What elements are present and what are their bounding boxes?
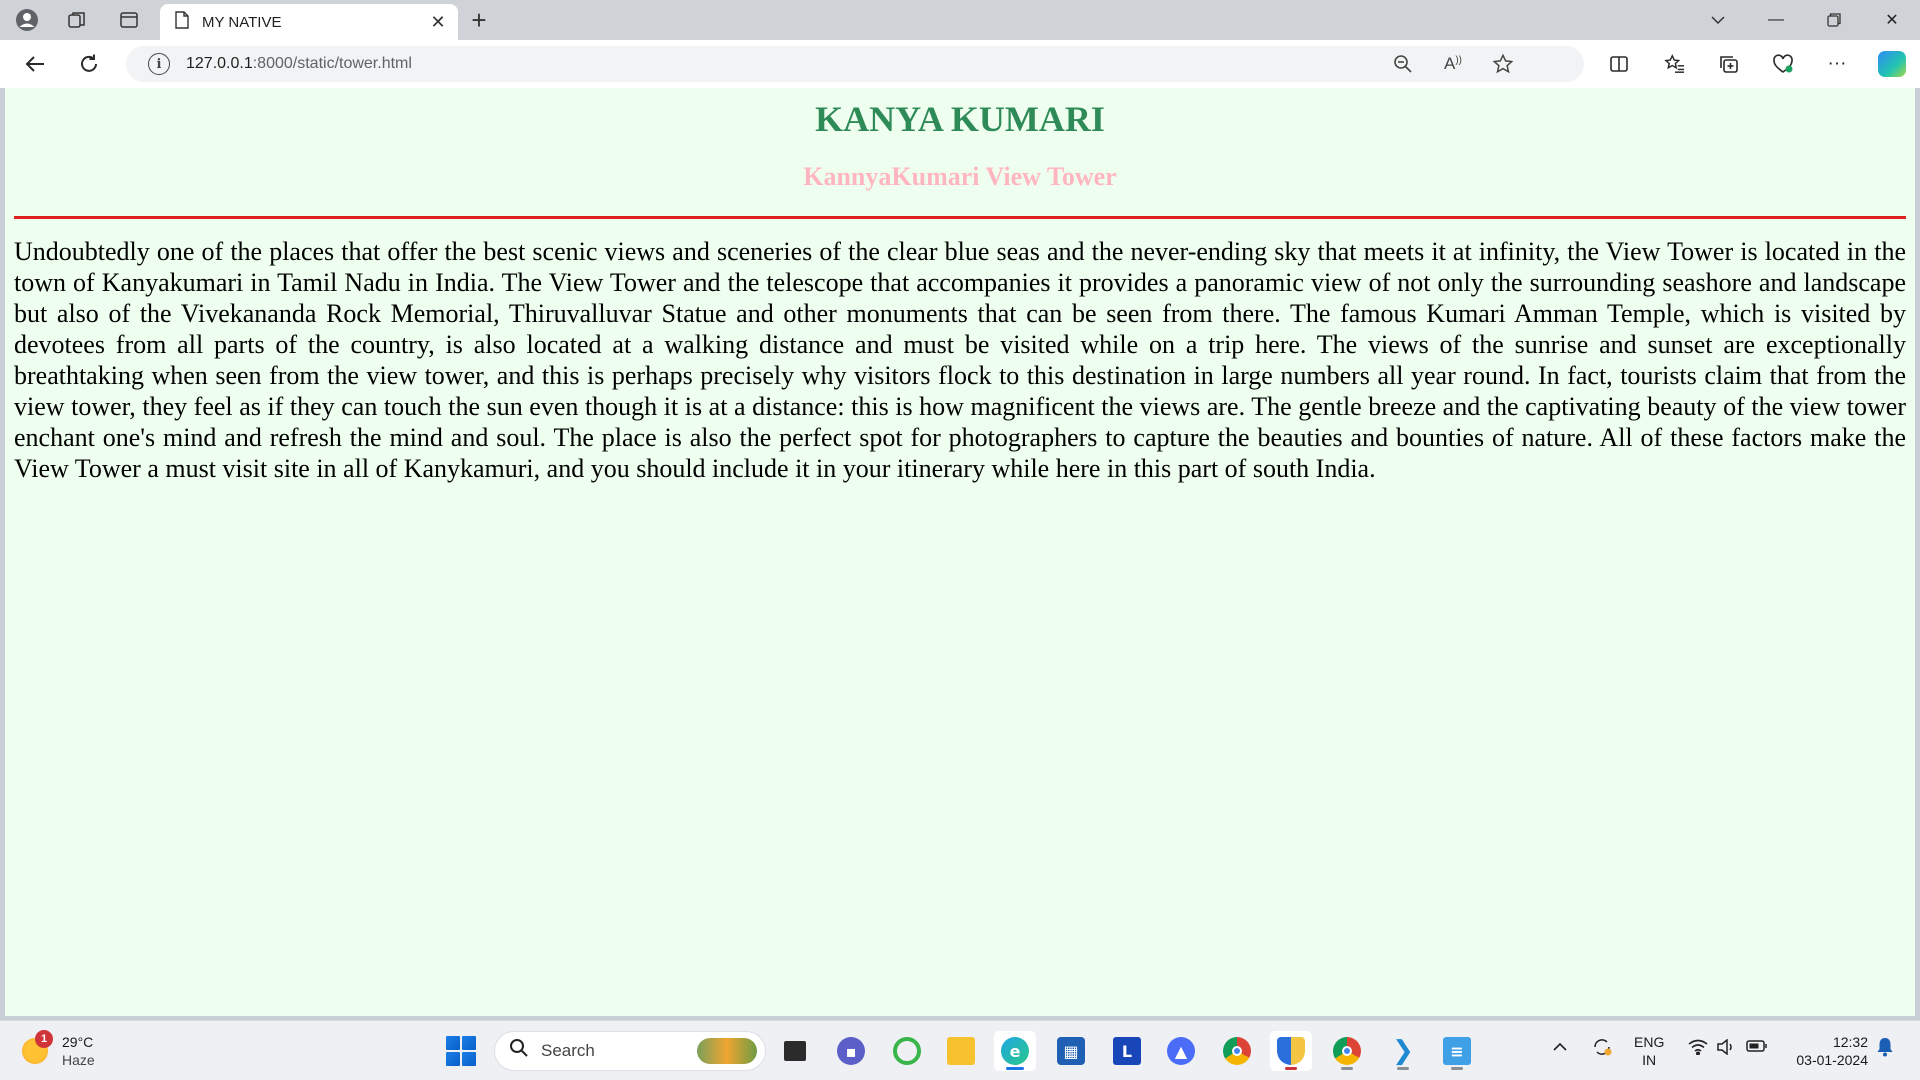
close-tab-icon[interactable]: ✕ [424,8,452,36]
read-aloud-icon[interactable]: A)) [1438,50,1468,78]
language-region: IN [1642,1052,1657,1068]
site-info-icon[interactable]: i [148,53,170,75]
weather-widget[interactable]: 1 29°C Haze [22,1030,95,1069]
workspaces-icon[interactable] [62,6,92,34]
volume-icon[interactable] [1716,1038,1736,1060]
browser-toolbar: i 127.0.0.1:8000/static/tower.html A)) ·… [0,40,1920,88]
tab-actions-chevron-icon[interactable] [1690,0,1746,40]
description-paragraph: Undoubtedly one of the places that offer… [14,237,1906,483]
weather-condition: Haze [62,1052,95,1068]
l-app-icon[interactable]: L [1106,1031,1148,1071]
file-explorer-icon[interactable] [940,1031,982,1071]
taskbar: 1 29°C Haze Search ▪ e ▦ L ▲ ❯ ≡ ENG IN … [0,1020,1920,1080]
wifi-icon[interactable] [1688,1039,1708,1060]
clock-date: 03-01-2024 [1796,1052,1868,1068]
weather-badge: 1 [35,1030,53,1048]
teams-chat-icon[interactable]: ▪ [830,1031,872,1071]
weather-sun-icon: 1 [22,1030,53,1064]
page-content: KANYA KUMARI KannyaKumari View Tower Und… [5,88,1915,1016]
taskbar-search[interactable]: Search [494,1031,766,1071]
notification-bell-icon[interactable] [1876,1037,1894,1062]
microsoft-store-icon[interactable]: ▦ [1050,1031,1092,1071]
url-text[interactable]: 127.0.0.1:8000/static/tower.html [186,55,412,73]
task-view-icon[interactable] [774,1031,816,1071]
language-code: ENG [1634,1034,1665,1050]
profile-icon[interactable] [12,6,42,34]
back-arrow-icon[interactable] [18,48,52,80]
new-tab-icon[interactable]: + [464,5,494,35]
search-label: Search [541,1041,595,1060]
notepad-icon[interactable]: ≡ [1436,1031,1478,1071]
zoom-out-icon[interactable] [1388,50,1418,78]
split-screen-icon[interactable] [1602,49,1636,79]
language-indicator[interactable]: ENG IN [1634,1033,1664,1069]
vertical-tabs-icon[interactable] [114,6,144,34]
clock[interactable]: 12:32 03-01-2024 [1782,1033,1868,1069]
sync-icon[interactable] [1590,1035,1614,1064]
clock-time: 12:32 [1832,1034,1868,1050]
page-subheading: KannyaKumari View Tower [803,162,1117,191]
vscode-icon[interactable]: ❯ [1382,1031,1424,1071]
tab-title: MY NATIVE [202,13,282,31]
url-path: :8000/static/tower.html [252,55,412,72]
minimize-icon[interactable]: — [1748,0,1804,40]
battery-icon[interactable] [1746,1039,1768,1058]
chrome-icon[interactable] [1216,1031,1258,1071]
copilot-ring-icon[interactable] [886,1031,928,1071]
collections-icon[interactable] [1712,49,1746,79]
active-tab[interactable]: MY NATIVE ✕ [160,4,458,40]
copilot-icon[interactable] [1878,51,1906,77]
vpn-app-icon[interactable]: ▲ [1160,1031,1202,1071]
search-highlight-icon [697,1038,757,1064]
more-options-icon[interactable]: ··· [1820,49,1854,79]
refresh-icon[interactable] [72,48,106,80]
favorite-star-icon[interactable] [1488,50,1518,78]
close-window-icon[interactable]: ✕ [1864,0,1920,40]
favorites-icon[interactable] [1658,49,1692,79]
start-windows-icon[interactable] [446,1036,476,1066]
edge-icon[interactable]: e [994,1031,1036,1071]
page-icon [174,10,190,34]
address-bar[interactable]: i 127.0.0.1:8000/static/tower.html A)) [126,46,1584,82]
security-shield-icon[interactable] [1270,1031,1312,1071]
page-heading: KANYA KUMARI [815,99,1105,139]
weather-temperature: 29°C [62,1034,94,1050]
url-host: 127.0.0.1 [186,55,253,72]
browser-essentials-icon[interactable] [1766,49,1800,79]
show-hidden-icons-chevron-icon[interactable] [1552,1039,1568,1057]
restore-icon[interactable] [1806,0,1862,40]
tab-bar: MY NATIVE ✕ + — ✕ [0,0,1920,40]
search-icon [509,1038,529,1064]
horizontal-rule [14,216,1906,219]
chrome-profile-icon[interactable] [1326,1031,1368,1071]
